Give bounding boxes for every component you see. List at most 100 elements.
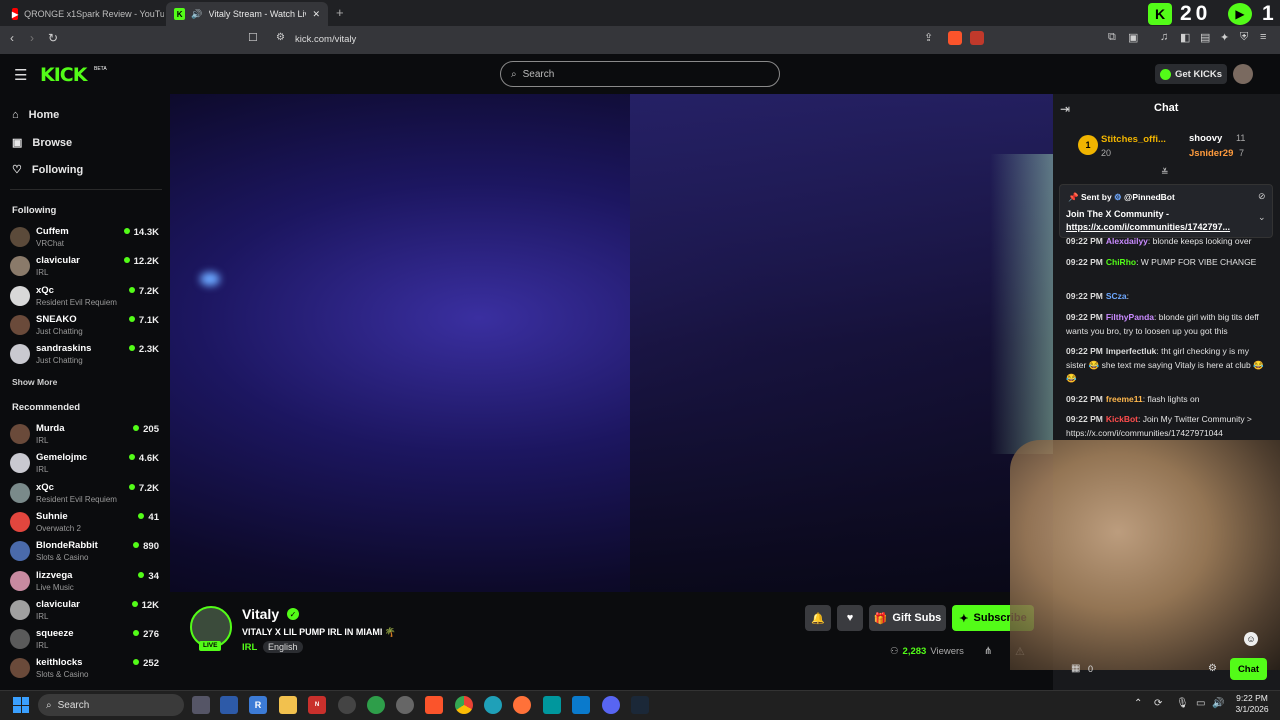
taskbar-search[interactable]: ⌕ Search — [38, 694, 184, 716]
following-heading: Following — [12, 205, 57, 216]
video-player[interactable] — [170, 94, 1053, 592]
vpn-icon[interactable]: ⛨ — [1240, 31, 1248, 44]
network-icon[interactable]: ▭ — [1196, 698, 1205, 709]
chevron-down-icon[interactable]: ⌄ — [1258, 212, 1266, 223]
pinned-link[interactable]: https://x.com/i/communities/1742797... — [1066, 222, 1242, 232]
channel-avatar — [10, 314, 30, 335]
channel-item[interactable]: xQc Resident Evil Requiem 7.2K — [10, 283, 162, 312]
language-tag[interactable]: English — [263, 641, 303, 653]
menu-icon[interactable]: ≡ — [1260, 31, 1266, 43]
firefox-icon[interactable] — [513, 696, 531, 714]
nav-following[interactable]: ♡ Following — [12, 163, 83, 177]
streamer-name[interactable]: Vitaly — [242, 606, 279, 622]
forward-icon[interactable]: › — [30, 31, 34, 45]
screenshot-icon[interactable]: ▣ — [1128, 31, 1138, 44]
hamburger-icon[interactable]: ☰ — [14, 66, 27, 84]
discord-icon[interactable] — [602, 696, 620, 714]
search-input[interactable]: ⌕ Search — [500, 61, 780, 87]
follow-button[interactable]: ♥ — [837, 605, 863, 631]
top-gifter-name[interactable]: Stitches_offi... — [1101, 134, 1166, 145]
sidebar-icon[interactable]: ◧ — [1180, 31, 1190, 44]
kick-logo[interactable]: KICK — [40, 64, 87, 86]
nav-home[interactable]: ⌂ Home — [12, 109, 59, 121]
channel-item[interactable]: Cuffem VRChat 14.3K — [10, 224, 162, 253]
send-chat-button[interactable]: Chat — [1230, 658, 1267, 680]
channel-item[interactable]: Gemelojmc IRL 4.6K — [10, 450, 162, 479]
message-user[interactable]: KickBot — [1106, 414, 1138, 424]
emote-icon[interactable]: ☺ — [1244, 632, 1258, 646]
microphone-icon[interactable]: 🎙 — [1176, 698, 1189, 709]
app-icon-3[interactable] — [338, 696, 356, 714]
site-info-icon[interactable]: ⚙ — [276, 32, 285, 43]
app-icon-5[interactable] — [396, 696, 414, 714]
channel-item[interactable]: SNEAKO Just Chatting 7.1K — [10, 312, 162, 341]
bookmark-icon[interactable]: ☐ — [248, 31, 258, 44]
expand-leaderboard-icon[interactable]: ≚ — [1161, 167, 1169, 178]
netflix-icon[interactable]: N — [308, 696, 326, 714]
steam-icon[interactable] — [631, 696, 649, 714]
channel-item[interactable]: clavicular IRL 12K — [10, 597, 162, 626]
channel-item[interactable]: keithlocks Slots & Casino 252 — [10, 655, 162, 684]
gift-subs-button[interactable]: 🎁 Gift Subs — [869, 605, 946, 631]
message-user[interactable]: Alexdailyy — [1106, 236, 1148, 246]
collapse-chat-icon[interactable]: ⇥ — [1060, 102, 1070, 116]
volume-icon[interactable]: 🔊 — [1212, 698, 1224, 709]
channel-name: sandraskins — [36, 343, 92, 355]
share-icon[interactable]: ⋔ — [984, 646, 992, 657]
channel-item[interactable]: Murda IRL 205 — [10, 421, 162, 450]
arduino-icon[interactable] — [543, 696, 561, 714]
leo-icon[interactable]: ✦ — [1220, 31, 1229, 44]
gifter-2-name[interactable]: shoovy — [1189, 133, 1222, 144]
webcam-overlay — [1010, 440, 1280, 670]
wallet-icon[interactable]: ▤ — [1200, 31, 1210, 44]
channel-item[interactable]: xQc Resident Evil Requiem 7.2K — [10, 480, 162, 509]
extensions-icon[interactable]: ⧉ — [1108, 31, 1116, 44]
url-field[interactable]: kick.com/vitaly — [295, 34, 356, 45]
channel-item[interactable]: squeeze IRL 276 — [10, 626, 162, 655]
chat-message: 09:22 PM Imperfectluk: tht girl checking … — [1066, 345, 1266, 386]
category-link[interactable]: IRL — [242, 642, 257, 653]
gifter-3-name[interactable]: Jsnider29 — [1189, 148, 1233, 159]
get-kicks-button[interactable]: Get KICKs — [1155, 64, 1227, 84]
clock[interactable]: 9:22 PM 3/1/2026 — [1232, 693, 1272, 715]
message-user[interactable]: FilthyPanda — [1106, 312, 1154, 322]
brave-shield-icon[interactable] — [948, 31, 962, 45]
media-icon[interactable]: ♫ — [1160, 31, 1168, 43]
chrome-icon[interactable] — [455, 696, 473, 714]
back-icon[interactable]: ‹ — [10, 31, 14, 45]
tab-youtube[interactable]: ▶ QRONGE x1Spark Review - YouTube — [4, 2, 164, 26]
channel-item[interactable]: clavicular IRL 12.2K — [10, 253, 162, 282]
unpin-icon[interactable]: ⊘ — [1258, 191, 1266, 202]
message-user[interactable]: SCza — [1106, 291, 1127, 301]
nav-browse[interactable]: ▣ Browse — [12, 136, 72, 150]
show-more-link[interactable]: Show More — [12, 377, 57, 387]
tray-app-icon[interactable]: ⟳ — [1154, 698, 1162, 709]
video-light — [200, 272, 220, 286]
vscode-icon[interactable] — [572, 696, 590, 714]
edge-icon[interactable] — [484, 696, 502, 714]
close-tab-icon[interactable]: ✕ — [312, 9, 320, 20]
settings-icon[interactable]: ⚙ — [1208, 663, 1217, 674]
app-icon-2[interactable]: R — [249, 696, 267, 714]
notification-bell-button[interactable]: 🔔 — [805, 605, 831, 631]
user-avatar[interactable] — [1233, 64, 1253, 84]
brave-rewards-icon[interactable] — [970, 31, 984, 45]
new-tab-button[interactable]: + — [336, 5, 344, 20]
file-explorer-icon[interactable] — [279, 696, 297, 714]
app-icon-4[interactable] — [367, 696, 385, 714]
channel-item[interactable]: Suhnie Overwatch 2 41 — [10, 509, 162, 538]
share-icon[interactable]: ⇪ — [924, 31, 933, 44]
brave-icon[interactable] — [425, 696, 443, 714]
task-view-icon[interactable] — [192, 696, 210, 714]
windows-start-icon[interactable] — [13, 697, 29, 713]
tray-chevron-icon[interactable]: ⌃ — [1134, 698, 1142, 709]
message-user[interactable]: ChiRho — [1106, 257, 1136, 267]
channel-item[interactable]: sandraskins Just Chatting 2.3K — [10, 341, 162, 370]
tab-kick[interactable]: K 🔊 Vitaly Stream - Watch Live on ✕ — [166, 2, 328, 26]
message-user[interactable]: Imperfectluk — [1106, 346, 1157, 356]
reload-icon[interactable]: ↻ — [48, 31, 58, 45]
message-user[interactable]: freeme11 — [1106, 394, 1143, 404]
channel-item[interactable]: lizzvega Live Music 34 — [10, 568, 162, 597]
app-icon-1[interactable] — [220, 696, 238, 714]
channel-item[interactable]: BlondeRabbit Slots & Casino 890 — [10, 538, 162, 567]
